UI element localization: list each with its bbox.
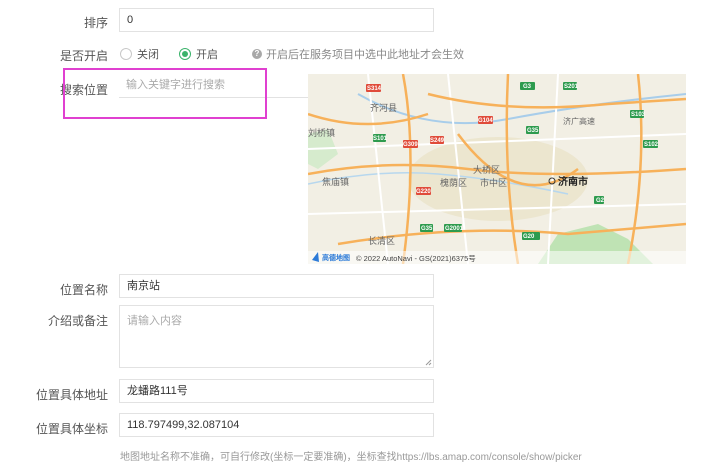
map-place-label: 大桥区 xyxy=(473,164,500,175)
road-badge: G35 xyxy=(527,128,539,134)
map-place-label: 济广高速 xyxy=(563,116,595,126)
radio-on[interactable]: 开启 xyxy=(179,46,218,62)
location-name-label: 位置名称 xyxy=(59,283,108,297)
enable-radio-group: 关闭 开启 xyxy=(120,46,238,62)
sort-input[interactable]: 0 xyxy=(119,8,434,32)
map-panel[interactable]: 齐河县 刘桥镇 焦庙镇 槐荫区 市中区 大桥区 长清区 济广高速 济南市 S31… xyxy=(308,74,686,264)
map-copyright: © 2022 AutoNavi - GS(2021)6375号 xyxy=(356,254,476,263)
coords-label: 位置具体坐标 xyxy=(35,422,108,436)
map-place-label: 刘桥镇 xyxy=(308,127,335,138)
road-badge: S101 xyxy=(373,136,388,142)
amap-logo-text: 高德地图 xyxy=(322,253,350,262)
road-badge: G309 xyxy=(403,142,418,148)
road-badge: G20 xyxy=(523,234,535,240)
enable-hint: ? 开启后在服务项目中选中此地址才会生效 xyxy=(252,46,464,62)
coords-help-text: 地图地址名称不准确，可自行修改(坐标一定要准确)，坐标查找https://lbs… xyxy=(120,452,582,463)
road-badge: S249 xyxy=(430,138,445,144)
road-badge: G2001 xyxy=(445,226,464,232)
remark-textarea[interactable]: 请输入内容 xyxy=(119,305,434,368)
map-place-label: 市中区 xyxy=(480,177,507,188)
road-badge: S314 xyxy=(367,86,382,92)
road-badge: S201 xyxy=(564,84,579,90)
radio-off-label: 关闭 xyxy=(137,49,159,61)
radio-off[interactable]: 关闭 xyxy=(120,46,159,62)
radio-off-circle[interactable] xyxy=(120,48,132,60)
sort-label: 排序 xyxy=(83,16,108,30)
road-badge: G220 xyxy=(416,189,431,195)
enable-label: 是否开启 xyxy=(59,49,108,63)
map-city-label: 济南市 xyxy=(558,175,588,188)
coords-input[interactable]: 118.797499,32.087104 xyxy=(119,413,434,437)
radio-on-label: 开启 xyxy=(196,49,218,61)
map-place-label: 齐河县 xyxy=(370,102,397,113)
road-badge: G35 xyxy=(421,226,433,232)
address-label: 位置具体地址 xyxy=(35,388,108,402)
resize-handle-icon[interactable] xyxy=(425,359,432,366)
remark-label: 介绍或备注 xyxy=(47,314,108,328)
enable-hint-text: 开启后在服务项目中选中此地址才会生效 xyxy=(266,49,464,61)
address-input[interactable]: 龙蟠路111号 xyxy=(119,379,434,403)
question-icon: ? xyxy=(252,49,262,59)
map-place-label: 长清区 xyxy=(368,235,395,246)
map-canvas[interactable]: 齐河县 刘桥镇 焦庙镇 槐荫区 市中区 大桥区 长清区 济广高速 济南市 S31… xyxy=(308,74,686,264)
search-highlight-box xyxy=(63,68,267,119)
radio-on-circle[interactable] xyxy=(179,48,191,60)
map-place-label: 槐荫区 xyxy=(440,177,467,188)
road-badge: S103 xyxy=(631,112,646,118)
map-place-label: 焦庙镇 xyxy=(322,176,349,187)
road-badge: S102 xyxy=(644,142,659,148)
location-name-input[interactable]: 南京站 xyxy=(119,274,434,298)
road-badge: G2 xyxy=(596,198,605,204)
road-badge: G3 xyxy=(523,84,532,90)
road-badge: G104 xyxy=(478,118,493,124)
remark-placeholder: 请输入内容 xyxy=(127,315,182,327)
